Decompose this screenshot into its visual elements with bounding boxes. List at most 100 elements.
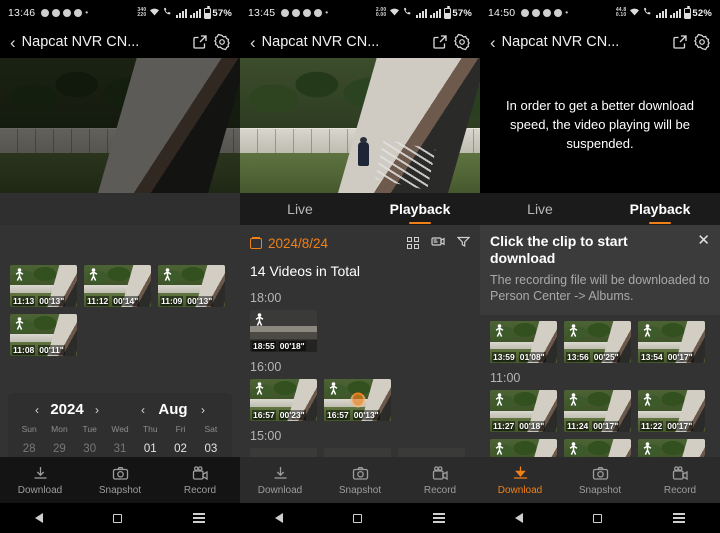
clip-item[interactable]: 18:55 00'18" [250, 310, 317, 352]
game-icon [314, 9, 322, 17]
tab-live[interactable]: Live [480, 193, 600, 225]
live-video-preview[interactable] [0, 58, 240, 193]
person-detect-icon [14, 317, 25, 330]
calendar-day-number: 03 [204, 443, 217, 455]
filter-icon[interactable] [457, 234, 470, 252]
gear-icon[interactable] [454, 34, 470, 50]
more-dot-icon: • [325, 9, 328, 17]
snapshot-button[interactable]: Snapshot [320, 465, 400, 496]
message-icon [41, 9, 49, 17]
clip-item[interactable]: 11:09 00'13" [638, 439, 705, 457]
clip-item[interactable]: 11:13 00'13" [10, 265, 77, 307]
battery-indicator: 57% [204, 8, 232, 19]
clip-item-selected[interactable]: 13:59 01'08" [490, 321, 557, 363]
clip-item[interactable]: 11:08 00'11" [10, 314, 77, 356]
download-button[interactable]: Download [480, 465, 560, 496]
download-button[interactable]: Download [0, 465, 80, 496]
share-icon[interactable] [192, 34, 208, 50]
calendar-year: 2024 [49, 401, 85, 418]
view-options [407, 234, 470, 252]
clip-duration: 00'11" [38, 345, 65, 355]
gear-icon[interactable] [214, 34, 230, 50]
video-scene [240, 58, 480, 193]
battery-icon [684, 8, 691, 19]
clip-item-selected[interactable]: 16:57 00'13" [324, 379, 391, 421]
clip-grid: 11:27 00'18" 11:24 00'17" [480, 390, 720, 457]
tab-playback[interactable]: Playback [360, 193, 480, 225]
clip-item[interactable]: 11:22 00'17" [638, 390, 705, 432]
battery-percent: 57% [452, 8, 472, 19]
clip-time: 11:09 [160, 296, 183, 306]
hour-group-label: 18:00 [240, 283, 480, 310]
clip-item[interactable] [324, 448, 391, 457]
back-nav-icon[interactable] [275, 513, 283, 523]
live-video-preview[interactable] [240, 58, 480, 193]
recents-nav-icon[interactable] [433, 513, 445, 522]
calendar-day[interactable]: 03 [196, 438, 226, 457]
year-selector[interactable]: ‹ 2024 › [35, 401, 99, 418]
download-button[interactable]: Download [240, 465, 320, 496]
tab-live[interactable]: Live [240, 193, 360, 225]
clip-item[interactable]: 13:54 00'17" [638, 321, 705, 363]
calendar-day[interactable]: 29 [44, 438, 74, 457]
prev-month-icon[interactable]: ‹ [141, 404, 145, 416]
recents-nav-icon[interactable] [673, 513, 685, 522]
weekday-label: Tue [75, 422, 105, 438]
record-button[interactable]: Record [640, 465, 720, 496]
home-nav-icon[interactable] [353, 514, 362, 523]
clip-duration: 00'13" [353, 410, 380, 420]
person-detect-icon [254, 313, 265, 326]
back-icon[interactable]: ‹ [250, 34, 256, 51]
chat-icon [303, 9, 311, 17]
snapshot-button[interactable]: Snapshot [80, 465, 160, 496]
next-year-icon[interactable]: › [95, 404, 99, 416]
snapshot-button[interactable]: Snapshot [560, 465, 640, 496]
clip-item[interactable]: 13:56 00'25" [564, 321, 631, 363]
clip-duration: 00'23" [279, 410, 306, 420]
share-icon[interactable] [432, 34, 448, 50]
record-label: Record [424, 485, 456, 496]
prev-year-icon[interactable]: ‹ [35, 404, 39, 416]
list-view-icon[interactable] [431, 234, 445, 252]
close-icon[interactable]: ✕ [697, 233, 710, 248]
grid-view-icon[interactable] [407, 237, 419, 249]
clip-item[interactable]: 11:09 00'13" [158, 265, 225, 307]
clip-item[interactable]: 11:27 00'18" [490, 390, 557, 432]
back-nav-icon[interactable] [515, 513, 523, 523]
clip-item[interactable]: 11:24 00'17" [564, 390, 631, 432]
calendar-day[interactable]: 01 [135, 438, 165, 457]
clip-item[interactable]: 11:12 00'14" [84, 265, 151, 307]
month-selector[interactable]: ‹ Aug › [141, 401, 205, 418]
gear-icon[interactable] [694, 34, 710, 50]
calendar-day[interactable]: 02 [165, 438, 195, 457]
recents-nav-icon[interactable] [193, 513, 205, 522]
next-month-icon[interactable]: › [201, 404, 205, 416]
person-detect-icon [568, 442, 579, 455]
clip-item[interactable]: 11:12 00'14" [564, 439, 631, 457]
calendar-day[interactable]: 31 [105, 438, 135, 457]
calendar-day[interactable]: 30 [75, 438, 105, 457]
calendar-icon[interactable] [250, 237, 262, 249]
date-picker-calendar[interactable]: ‹ 2024 › ‹ Aug › Sun Mon Tue Wed Thu [8, 393, 232, 457]
calendar-day-grid[interactable]: 2829303101020304050607080910111213141516… [14, 438, 226, 457]
home-nav-icon[interactable] [113, 514, 122, 523]
clip-item[interactable] [250, 448, 317, 457]
signal-bars-2-icon [430, 9, 441, 18]
record-button[interactable]: Record [400, 465, 480, 496]
tooltip-subtitle: The recording file will be downloaded to… [490, 272, 710, 306]
back-nav-icon[interactable] [35, 513, 43, 523]
share-icon[interactable] [672, 34, 688, 50]
selected-date[interactable]: 2024/8/24 [268, 236, 401, 251]
clip-item[interactable] [398, 448, 465, 457]
tab-playback[interactable]: Playback [600, 193, 720, 225]
back-icon[interactable]: ‹ [10, 34, 16, 51]
screen-playback: 13:45 • 2.000.00 [240, 0, 480, 533]
back-icon[interactable]: ‹ [490, 34, 496, 51]
calendar-day[interactable]: 28 [14, 438, 44, 457]
clip-item[interactable]: 11:13 00'13" [490, 439, 557, 457]
calendar-day-number: 28 [23, 443, 36, 455]
battery-percent: 52% [692, 8, 712, 19]
home-nav-icon[interactable] [593, 514, 602, 523]
record-button[interactable]: Record [160, 465, 240, 496]
clip-item[interactable]: 16:57 00'23" [250, 379, 317, 421]
